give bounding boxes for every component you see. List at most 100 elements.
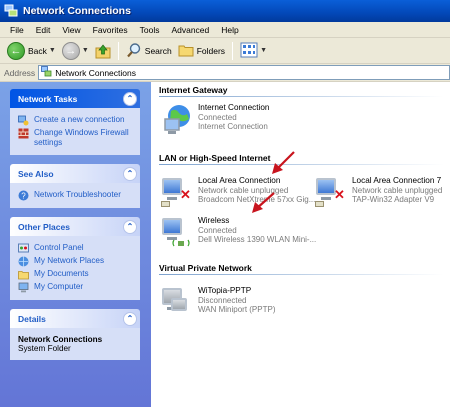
internet-connection-item[interactable]: Internet Connection Connected Internet C… [159, 103, 269, 137]
connection-name: Wireless [198, 216, 230, 225]
connection-device: Internet Connection [198, 122, 268, 131]
back-label: Back [28, 45, 47, 56]
connection-name: Local Area Connection 7 [352, 176, 442, 185]
forward-arrow-icon: → [61, 41, 80, 60]
network-tasks-body: Create a new connection Change Windows F… [10, 108, 140, 155]
details-name: Network Connections [18, 335, 103, 344]
menu-advanced[interactable]: Advanced [165, 25, 215, 35]
annotation-arrow-icon [252, 192, 275, 213]
address-label: Address [4, 67, 36, 78]
network-connections-icon [4, 4, 18, 18]
control-panel-link[interactable]: Control Panel [18, 243, 134, 254]
back-button[interactable]: ← Back ▼ [4, 40, 59, 62]
wireless-icon [159, 216, 195, 250]
connection-name: WiTopia-PPTP [198, 286, 252, 295]
lan-unplugged-icon: ✕ [313, 176, 349, 210]
my-network-places-link[interactable]: My Network Places [18, 256, 134, 267]
details-type: System Folder [18, 344, 71, 353]
menu-edit[interactable]: Edit [30, 25, 57, 35]
up-folder-button[interactable] [92, 40, 114, 62]
lan-unplugged-icon: ✕ [159, 176, 195, 210]
vpn-disconnected-icon [159, 286, 195, 320]
folders-button[interactable]: Folders [175, 40, 228, 62]
svg-text:?: ? [21, 192, 26, 201]
folder-icon [178, 42, 194, 60]
create-connection-link[interactable]: Create a new connection [18, 115, 134, 126]
back-arrow-icon: ← [7, 41, 25, 60]
search-button[interactable]: Search [123, 40, 175, 62]
group-divider [159, 274, 444, 275]
collapse-chevron-icon[interactable]: ⌃ [123, 166, 137, 181]
other-places-title: Other Places [18, 221, 70, 232]
connection-device: WAN Miniport (PPTP) [198, 305, 276, 314]
details-title-header: Details [18, 313, 46, 324]
collapse-chevron-icon[interactable]: ⌃ [123, 91, 137, 106]
network-tasks-title: Network Tasks [18, 93, 78, 104]
chevron-down-icon[interactable]: ▼ [82, 47, 89, 54]
group-header-internet-gateway: Internet Gateway [159, 85, 228, 95]
network-places-icon [18, 256, 29, 267]
toolbar-separator [117, 41, 119, 60]
menu-favorites[interactable]: Favorites [87, 25, 134, 35]
details-body: Network Connections System Folder [10, 328, 140, 360]
firewall-settings-link[interactable]: Change Windows Firewall settings [18, 128, 134, 148]
other-places-header[interactable]: Other Places ⌃ [10, 217, 140, 236]
up-folder-icon [95, 43, 111, 59]
link-label: My Documents [34, 269, 89, 278]
forward-button[interactable]: → ▼ [59, 40, 92, 62]
my-computer-link[interactable]: My Computer [18, 282, 134, 293]
search-icon [126, 42, 142, 60]
see-also-panel: See Also ⌃ ? Network Troubleshooter [10, 164, 140, 208]
connection-device: TAP-Win32 Adapter V9 [352, 195, 435, 204]
toolbar-separator [232, 41, 234, 60]
connection-name: Internet Connection [198, 103, 270, 112]
see-also-body: ? Network Troubleshooter [10, 183, 140, 208]
network-tasks-panel: Network Tasks ⌃ Create a new connection … [10, 89, 140, 155]
other-places-body: Control Panel My Network Places My Docum… [10, 236, 140, 300]
connection-status: Disconnected [198, 295, 247, 305]
search-label: Search [144, 45, 172, 56]
group-header-vpn: Virtual Private Network [159, 263, 252, 273]
link-label: My Network Places [34, 256, 105, 265]
link-label: Create a new connection [34, 115, 125, 124]
chevron-down-icon[interactable]: ▼ [49, 47, 56, 54]
views-button[interactable]: ▼ [237, 40, 270, 62]
menu-file[interactable]: File [4, 25, 30, 35]
collapse-chevron-icon[interactable]: ⌃ [123, 311, 137, 326]
local-area-connection-7-item[interactable]: ✕ Local Area Connection 7 Network cable … [313, 176, 442, 210]
connection-text: Wireless Connected Dell Wireless 1390 WL… [198, 216, 316, 245]
help-icon: ? [18, 190, 29, 201]
group-divider [159, 96, 444, 97]
computer-icon [18, 282, 29, 293]
group-header-lan: LAN or High-Speed Internet [159, 153, 271, 163]
see-also-header[interactable]: See Also ⌃ [10, 164, 140, 183]
link-label: Control Panel [34, 243, 84, 252]
control-panel-icon [18, 243, 29, 254]
connection-text: WiTopia-PPTP Disconnected WAN Miniport (… [198, 286, 276, 315]
address-input[interactable]: Network Connections [38, 65, 450, 80]
connection-device: Dell Wireless 1390 WLAN Mini-... [198, 235, 317, 244]
details-panel: Details ⌃ Network Connections System Fol… [10, 309, 140, 360]
witopia-pptp-item[interactable]: WiTopia-PPTP Disconnected WAN Miniport (… [159, 286, 276, 320]
menu-bar: File Edit View Favorites Tools Advanced … [0, 22, 450, 38]
details-header[interactable]: Details ⌃ [10, 309, 140, 328]
connection-status: Connected [198, 225, 237, 235]
menu-view[interactable]: View [56, 25, 86, 35]
wireless-item[interactable]: Wireless Connected Dell Wireless 1390 WL… [159, 216, 316, 250]
task-pane: Network Tasks ⌃ Create a new connection … [0, 82, 151, 407]
documents-folder-icon [18, 269, 29, 280]
network-tasks-header[interactable]: Network Tasks ⌃ [10, 89, 140, 108]
my-documents-link[interactable]: My Documents [18, 269, 134, 280]
local-area-connection-item[interactable]: ✕ Local Area Connection Network cable un… [159, 176, 315, 210]
chevron-down-icon[interactable]: ▼ [260, 47, 267, 54]
connection-status: Network cable unplugged [352, 185, 443, 195]
menu-tools[interactable]: Tools [134, 25, 166, 35]
collapse-chevron-icon[interactable]: ⌃ [123, 219, 137, 234]
address-value: Network Connections [55, 67, 136, 78]
network-connections-icon [41, 66, 52, 79]
window-title: Network Connections [23, 5, 131, 17]
menu-help[interactable]: Help [215, 25, 244, 35]
network-troubleshooter-link[interactable]: ? Network Troubleshooter [18, 190, 134, 201]
internet-gateway-icon [159, 103, 195, 137]
link-label: Network Troubleshooter [34, 190, 121, 199]
